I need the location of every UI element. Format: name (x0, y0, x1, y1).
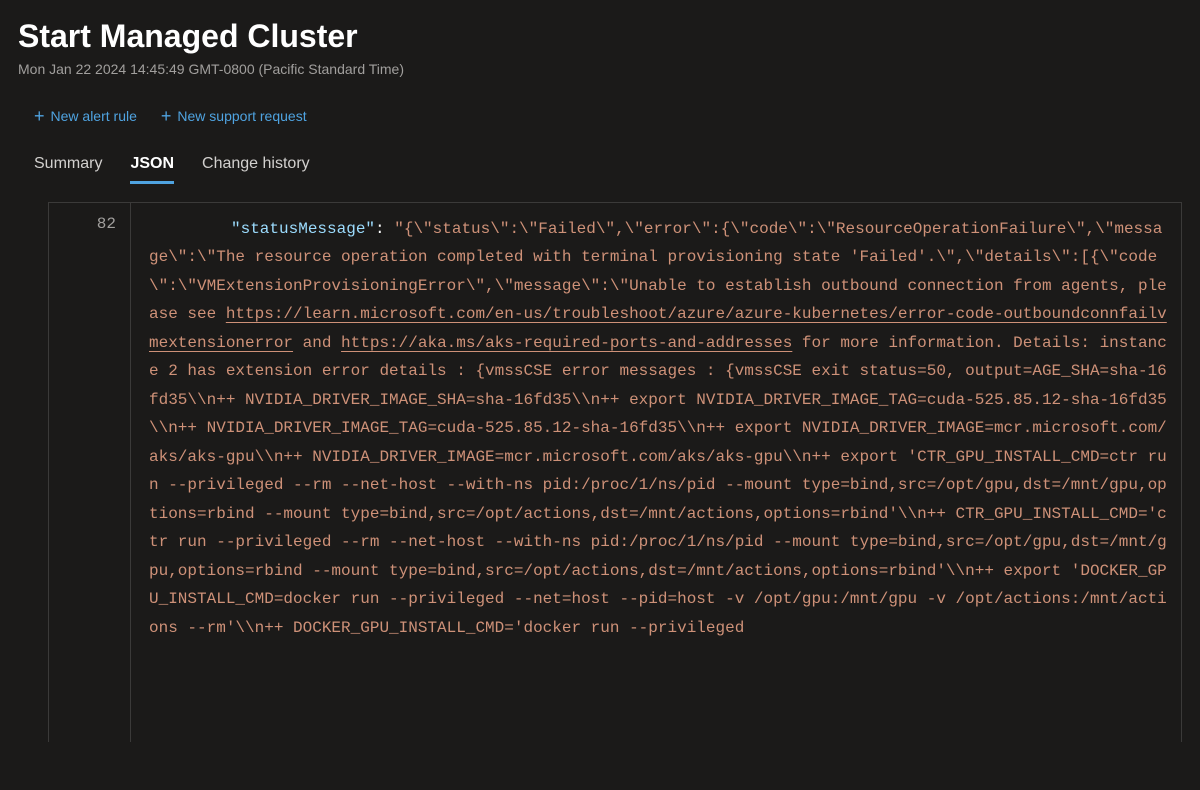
code-content[interactable]: "statusMessage": "{\"status\":\"Failed\"… (131, 203, 1181, 742)
json-mid-1: and (293, 334, 341, 352)
plus-icon: + (34, 107, 45, 125)
page-title: Start Managed Cluster (18, 18, 1182, 55)
new-alert-rule-label: New alert rule (51, 108, 137, 124)
json-value-post: for more information. Details: instance … (149, 334, 1167, 637)
line-gutter: 82 (49, 203, 131, 742)
page-header: Start Managed Cluster Mon Jan 22 2024 14… (18, 18, 1182, 77)
action-toolbar: + New alert rule + New support request (18, 107, 1182, 125)
new-support-request-button[interactable]: + New support request (161, 107, 307, 125)
new-support-request-label: New support request (177, 108, 306, 124)
json-link-2[interactable]: https://aka.ms/aks-required-ports-and-ad… (341, 334, 792, 352)
new-alert-rule-button[interactable]: + New alert rule (34, 107, 137, 125)
json-colon: : (375, 220, 394, 238)
page-timestamp: Mon Jan 22 2024 14:45:49 GMT-0800 (Pacif… (18, 61, 1182, 77)
json-key: "statusMessage" (231, 220, 375, 238)
tab-change-history[interactable]: Change history (202, 155, 310, 184)
plus-icon: + (161, 107, 172, 125)
tab-summary[interactable]: Summary (34, 155, 102, 184)
json-viewer: 82 "statusMessage": "{\"status\":\"Faile… (48, 202, 1182, 742)
line-number: 82 (49, 215, 116, 233)
tab-bar: Summary JSON Change history (18, 155, 1182, 184)
tab-json[interactable]: JSON (130, 155, 174, 184)
